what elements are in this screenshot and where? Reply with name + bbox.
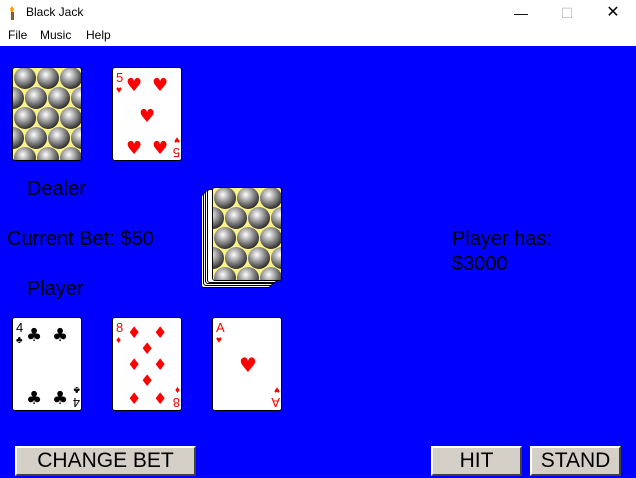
game-table: 5 ♥ ♥ ♥ ♥ ♥ ♥ 5 ♥ Dealer Current Bet: $5… <box>0 46 636 478</box>
diamond-pip-icon: ♦ <box>127 389 141 408</box>
maximize-button[interactable]: ☐ <box>544 0 590 26</box>
card-suit-small: ♦ <box>116 335 121 346</box>
svg-text:♥: ♥ <box>274 384 280 395</box>
club-pip-icon: ♣ <box>26 325 42 346</box>
card-suit-small: ♣ <box>16 335 23 346</box>
player-card-ace-hearts: A ♥ ♥ A ♥ <box>212 317 282 411</box>
diamond-pip-icon: ♦ <box>153 323 167 342</box>
club-pip-icon: ♣ <box>26 388 42 409</box>
card-rank: 5 <box>116 70 123 85</box>
card-rank: A <box>216 320 225 335</box>
menu-file[interactable]: File <box>8 28 27 42</box>
app-icon <box>10 6 14 20</box>
heart-pip-icon: ♥ <box>126 75 142 96</box>
window-title: Black Jack <box>26 5 84 19</box>
heart-pip-icon: ♥ <box>152 138 168 159</box>
player-label: Player <box>27 278 84 300</box>
menu-music[interactable]: Music <box>40 28 71 42</box>
close-button[interactable]: ✕ <box>590 0 636 26</box>
card-5-hearts-face: 5 ♥ ♥ ♥ ♥ ♥ ♥ 5 ♥ <box>116 70 180 160</box>
card-back-pattern <box>213 188 281 280</box>
menu-help[interactable]: Help <box>86 28 111 42</box>
heart-pip-icon: ♥ <box>139 106 155 127</box>
svg-text:♣: ♣ <box>73 384 80 395</box>
svg-text:♦: ♦ <box>175 384 180 395</box>
minimize-button[interactable]: — <box>498 0 544 26</box>
svg-text:4: 4 <box>73 395 80 410</box>
svg-text:5: 5 <box>173 145 180 160</box>
dealer-label: Dealer <box>27 178 86 200</box>
card-rank: 4 <box>16 320 23 335</box>
heart-pip-icon: ♥ <box>126 138 142 159</box>
diamond-pip-icon: ♦ <box>153 389 167 408</box>
deck-card[interactable] <box>212 187 282 281</box>
card-rank: 8 <box>116 320 123 335</box>
card-suit-small: ♥ <box>116 85 122 96</box>
card-suit-small: ♥ <box>216 335 222 346</box>
stand-button[interactable]: STAND <box>530 446 621 476</box>
player-card-8-diamonds: 8 ♦ ♦ ♦ ♦ ♦ ♦ ♦ ♦ ♦ 8 ♦ <box>112 317 182 411</box>
dealer-card-5-hearts: 5 ♥ ♥ ♥ ♥ ♥ ♥ 5 ♥ <box>112 67 182 161</box>
club-pip-icon: ♣ <box>52 325 68 346</box>
current-bet-label: Current Bet: $50 <box>7 228 154 250</box>
menu-bar: File Music Help <box>0 26 636 46</box>
card-back-pattern <box>13 68 81 160</box>
player-money-value: $3000 <box>452 253 508 275</box>
heart-pip-icon: ♥ <box>152 75 168 96</box>
diamond-pip-icon: ♦ <box>153 355 167 374</box>
card-4-clubs-face: 4 ♣ ♣ ♣ ♣ ♣ 4 ♣ <box>16 320 80 410</box>
dealer-card-face-down <box>12 67 82 161</box>
player-has-label: Player has: <box>452 228 553 250</box>
svg-text:A: A <box>271 395 280 410</box>
svg-text:♥: ♥ <box>174 134 180 145</box>
svg-text:8: 8 <box>173 395 180 410</box>
heart-pip-icon: ♥ <box>239 353 257 377</box>
player-card-4-clubs: 4 ♣ ♣ ♣ ♣ ♣ 4 ♣ <box>12 317 82 411</box>
card-8-diamonds-face: 8 ♦ ♦ ♦ ♦ ♦ ♦ ♦ ♦ ♦ 8 ♦ <box>116 320 180 410</box>
card-ace-hearts-face: A ♥ ♥ A ♥ <box>216 320 280 410</box>
club-pip-icon: ♣ <box>52 388 68 409</box>
change-bet-button[interactable]: CHANGE BET <box>15 446 196 476</box>
hit-button[interactable]: HIT <box>431 446 522 476</box>
title-bar: Black Jack — ☐ ✕ <box>0 0 636 26</box>
diamond-pip-icon: ♦ <box>140 371 154 390</box>
